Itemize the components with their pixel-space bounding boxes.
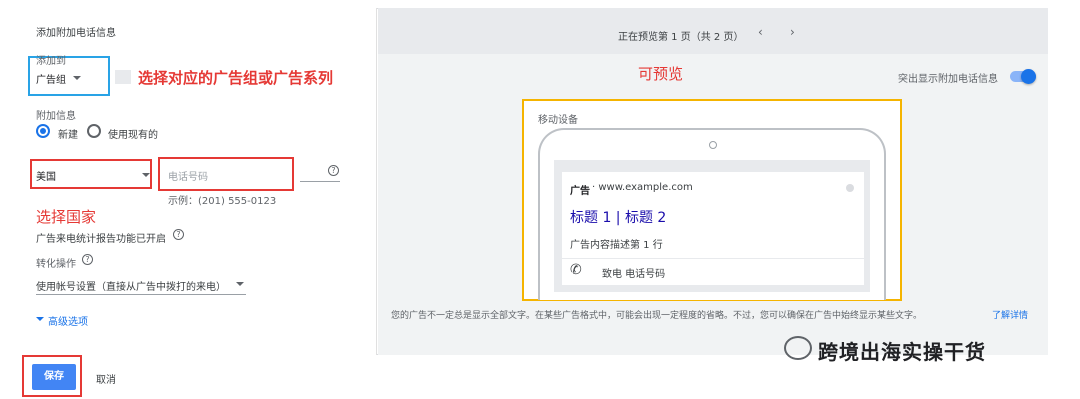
toggle-knob xyxy=(1021,69,1036,84)
help-icon[interactable]: ? xyxy=(173,229,184,240)
learn-more-link[interactable]: 了解详情 xyxy=(992,308,1028,321)
phone-underline xyxy=(300,181,340,182)
radio-new-label: 新建 xyxy=(58,130,78,141)
conversion-underline xyxy=(36,294,246,295)
chevron-right-icon[interactable]: › xyxy=(790,25,795,39)
country-select[interactable]: 美国 xyxy=(36,168,146,187)
cancel-button[interactable]: 取消 xyxy=(96,371,116,386)
add-to-label: 添加到 xyxy=(36,56,66,67)
help-icon[interactable]: ? xyxy=(82,254,93,265)
ad-description: 广告内容描述第 1 行 xyxy=(570,240,663,251)
ad-badge: 广告 xyxy=(570,186,590,197)
extension-label: 附加信息 xyxy=(36,111,76,122)
call-reporting-text: 广告来电统计报告功能已开启 xyxy=(36,234,166,245)
help-icon[interactable]: ? xyxy=(328,165,339,176)
radio-existing-label: 使用现有的 xyxy=(108,130,158,141)
preview-annotation: 可预览 xyxy=(638,65,684,83)
save-button[interactable]: 保存 xyxy=(32,364,76,390)
toggle-label: 突出显示附加电话信息 xyxy=(898,74,998,85)
add-to-annotation: 选择对应的广告组或广告系列 xyxy=(138,69,334,87)
radio-new[interactable] xyxy=(36,124,50,138)
radio-existing[interactable] xyxy=(87,124,101,138)
ad-info-dot xyxy=(846,184,854,192)
device-label: 移动设备 xyxy=(538,115,578,126)
chevron-down-icon xyxy=(36,317,44,321)
preview-status: 正在预览第 1 页（共 2 页） xyxy=(618,32,744,43)
ad-headline[interactable]: 标题 1 | 标题 2 xyxy=(570,207,666,227)
advanced-options-link[interactable]: 高级选项 xyxy=(48,313,88,328)
chevron-left-icon[interactable]: ‹ xyxy=(758,25,763,39)
phone-icon: ✆ xyxy=(570,262,582,278)
blurred-item xyxy=(115,70,131,84)
call-text: 致电 电话号码 xyxy=(602,269,666,280)
chevron-down-icon xyxy=(73,76,81,80)
conversion-select[interactable]: 使用帐号设置（直接从广告中拨打的来电） xyxy=(36,278,226,293)
watermark-text: 跨境出海实操干货 xyxy=(818,340,986,364)
disclaimer-text: 您的广告不一定总是显示全部文字。在某些广告格式中，可能会出现一定程度的省略。不过… xyxy=(391,311,923,321)
ad-url: · www.example.com xyxy=(592,182,693,193)
wechat-icon xyxy=(784,336,812,360)
country-annotation: 选择国家 xyxy=(36,208,97,226)
add-to-select[interactable]: 广告组 xyxy=(36,71,84,90)
conversion-label: 转化操作 xyxy=(36,259,76,270)
phone-input[interactable]: 电话号码 xyxy=(168,168,208,183)
phone-example: 示例：(201) 555-0123 xyxy=(168,196,277,207)
chevron-down-icon xyxy=(236,282,244,286)
phone-camera xyxy=(709,141,717,149)
panel-title: 添加附加电话信息 xyxy=(36,28,116,39)
chevron-down-icon xyxy=(142,173,150,177)
